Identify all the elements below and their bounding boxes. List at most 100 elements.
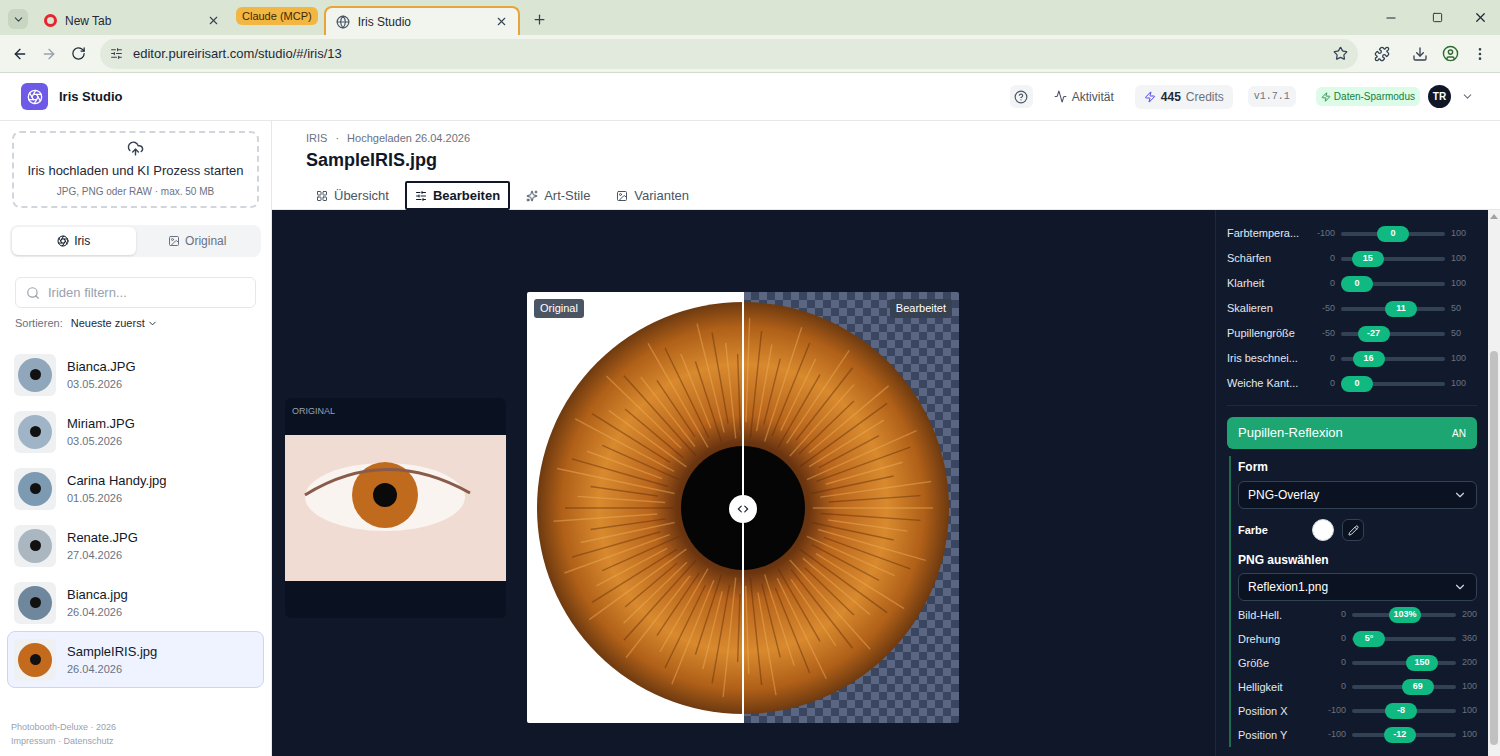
original-photo [285,435,506,581]
slider[interactable]: 5° [1352,631,1456,647]
credits-badge[interactable]: 445Credits [1135,85,1233,109]
tab-icon [526,190,538,202]
browser-tab[interactable]: New Tab [34,6,230,35]
reflection-toggle[interactable]: Pupillen-ReflexionAN [1227,417,1477,449]
slider-min: 0 [1322,632,1346,646]
back-icon[interactable] [12,46,28,62]
slider-min: -50 [1311,327,1335,341]
forward-icon[interactable] [41,46,57,62]
extensions-icon[interactable] [1374,46,1390,62]
iris-list-item[interactable]: Miriam.JPG03.05.2026 [7,403,264,460]
slider[interactable]: 103% [1352,607,1456,623]
minimize-button[interactable] [1368,0,1414,35]
close-tab-icon[interactable] [207,14,220,27]
slider-row: Farbtempera...-1000100 [1227,221,1477,246]
split-handle[interactable] [729,495,757,523]
slider[interactable]: -8 [1352,703,1456,719]
close-tab-icon[interactable] [495,15,508,28]
slider-thumb[interactable]: 0 [1341,376,1373,392]
slider-min: 0 [1322,680,1346,694]
scrollbar-thumb[interactable] [1490,351,1498,745]
upload-dropzone[interactable]: Iris hochladen und KI Prozess startenJPG… [12,131,259,208]
slider-thumb[interactable]: 16 [1353,351,1385,367]
address-bar[interactable]: editor.pureirisart.com/studio/#/iris/13 [100,39,1358,69]
page-tab[interactable]: Bearbeiten [405,181,510,210]
menu-icon[interactable] [1472,46,1488,62]
slider-row: Pupillengröße-50-2750 [1227,321,1477,346]
slider-thumb[interactable]: 150 [1406,655,1438,671]
tab-search-button[interactable] [8,9,28,29]
slider[interactable]: 0 [1341,226,1445,242]
maximize-button[interactable] [1414,0,1460,35]
sort-control[interactable]: Sortieren:Neueste zuerst [15,316,256,330]
bolt-icon [1144,91,1156,103]
help-button[interactable] [1010,85,1033,108]
slider-thumb[interactable]: -8 [1385,703,1417,719]
slider[interactable]: 69 [1352,679,1456,695]
editor-canvas: ORIGINALOriginalBearbeitet [272,210,1215,756]
slider-thumb[interactable]: 69 [1402,679,1434,695]
iris-list-item[interactable]: Renate.JPG27.04.2026 [7,517,264,574]
app-logo[interactable] [21,83,48,110]
page-tab[interactable]: Übersicht [306,181,399,210]
iris-thumbnail [14,525,56,567]
new-tab-button[interactable] [530,9,550,29]
slider[interactable]: -27 [1341,326,1445,342]
chevron-down-icon[interactable] [1461,90,1474,103]
slider[interactable]: 150 [1352,655,1456,671]
slider-thumb[interactable]: 15 [1352,251,1384,267]
download-icon[interactable] [1412,46,1428,62]
slider-thumb[interactable]: -12 [1384,727,1416,743]
slider[interactable]: 0 [1341,276,1445,292]
comparison-view[interactable]: OriginalBearbeitet [527,292,959,723]
slider-min: -100 [1322,704,1346,718]
color-picker-button[interactable] [1342,519,1364,541]
chevron-down-icon [1453,580,1467,594]
slider-row: Position Y-100-12100 [1238,723,1477,747]
slider-row: Position X-100-8100 [1238,699,1477,723]
color-swatch[interactable] [1312,519,1334,541]
tab-group-label[interactable]: Claude (MCP) [236,7,318,26]
page-tab[interactable]: Art-Stile [516,181,600,210]
page-tab[interactable]: Varianten [606,181,699,210]
iris-list-item[interactable]: Bianca.jpg26.04.2026 [7,574,264,631]
browser-tab[interactable]: Iris Studio [324,6,520,35]
scrollbar[interactable] [1488,210,1500,756]
slider[interactable]: 11 [1341,301,1445,317]
site-settings-icon[interactable] [110,47,123,60]
close-window-button[interactable] [1460,0,1500,35]
slider-label: Klarheit [1227,275,1311,292]
png-select[interactable]: Reflexion1.png [1238,573,1477,601]
profile-icon[interactable] [1442,45,1459,62]
activity-button[interactable]: Aktivität [1054,88,1114,106]
slider-thumb[interactable]: 5° [1353,631,1385,647]
slider-max: 100 [1462,728,1477,742]
slider-min: 0 [1322,656,1346,670]
slider[interactable]: 15 [1341,251,1445,267]
slider-thumb[interactable]: 11 [1385,301,1417,317]
slider-row: Helligkeit069100 [1238,675,1477,699]
search-field[interactable]: Iriden filtern... [15,277,256,308]
slider-min: 0 [1311,377,1335,391]
slider-label: Iris beschnei... [1227,350,1311,367]
slider[interactable]: 16 [1341,351,1445,367]
slider[interactable]: 0 [1341,376,1445,392]
footer-links[interactable]: Impressum · Datenschutz [11,734,260,748]
user-avatar[interactable]: TR [1428,85,1451,108]
reload-icon[interactable] [71,46,86,61]
view-toggle-option[interactable]: Original [136,227,260,255]
app-name: Iris Studio [59,87,123,107]
iris-list-item[interactable]: Bianca.JPG03.05.2026 [7,346,264,403]
bookmark-star-icon[interactable] [1333,46,1348,61]
view-toggle-option[interactable]: Iris [12,227,136,255]
slider[interactable]: -12 [1352,727,1456,743]
slider-thumb[interactable]: 0 [1341,276,1373,292]
slider-thumb[interactable]: 103% [1389,607,1421,623]
iris-list-item[interactable]: SampleIRIS.jpg26.04.2026 [7,631,264,688]
iris-list-item[interactable]: Carina Handy.jpg01.05.2026 [7,460,264,517]
data-saver-badge[interactable]: Daten-Sparmodus [1316,87,1420,106]
form-select[interactable]: PNG-Overlay [1238,481,1477,509]
slider-thumb[interactable]: -27 [1358,326,1390,342]
slider-thumb[interactable]: 0 [1377,226,1409,242]
slider-min: 0 [1322,608,1346,622]
